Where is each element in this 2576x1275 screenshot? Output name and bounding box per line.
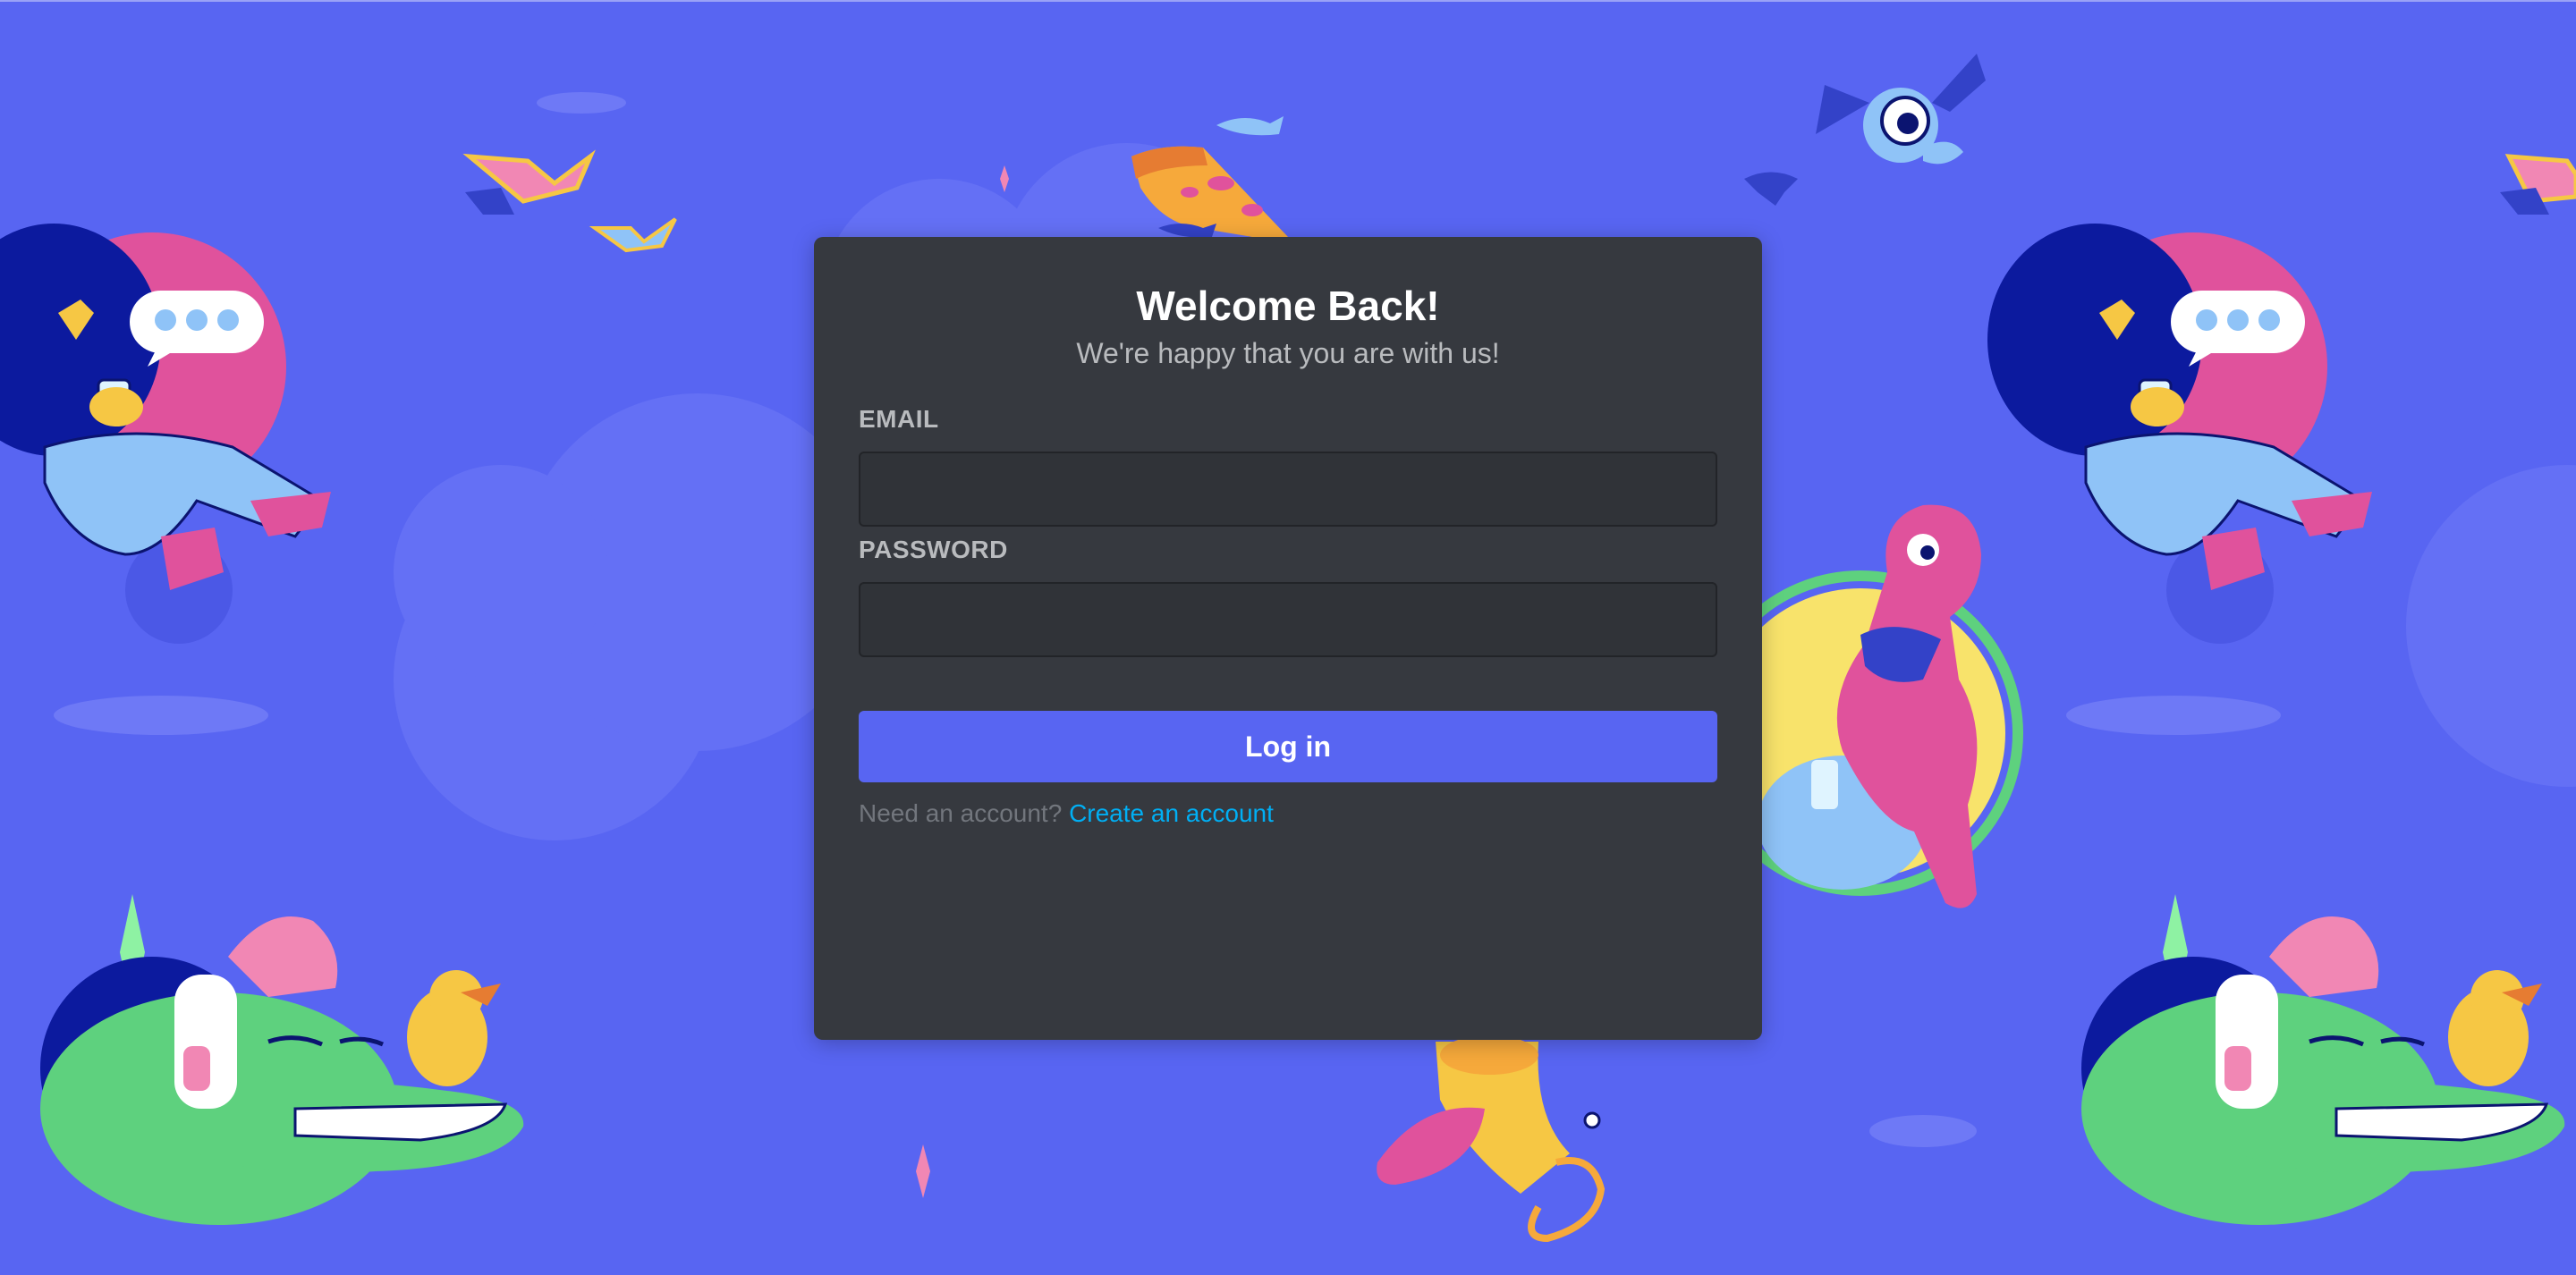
- page-title: Welcome Back!: [1136, 283, 1440, 329]
- register-prompt-row: Need an account? Create an account: [859, 798, 1717, 829]
- green-monster-illustration: [40, 916, 524, 1225]
- trumpet-illustration: [1377, 1035, 1606, 1243]
- register-prompt-text: Need an account?: [859, 799, 1063, 827]
- password-field[interactable]: [859, 582, 1717, 657]
- login-button[interactable]: Log in: [859, 711, 1717, 782]
- email-label: EMAIL: [859, 405, 939, 433]
- create-account-link[interactable]: Create an account: [1069, 799, 1274, 827]
- login-card: Welcome Back! We're happy that you are w…: [814, 237, 1762, 1040]
- reading-character-illustration: [0, 224, 331, 644]
- page-subtitle: We're happy that you are with us!: [1076, 337, 1500, 369]
- password-label: PASSWORD: [859, 536, 1008, 563]
- bat-illustration: [1744, 54, 1986, 206]
- email-field[interactable]: [859, 452, 1717, 527]
